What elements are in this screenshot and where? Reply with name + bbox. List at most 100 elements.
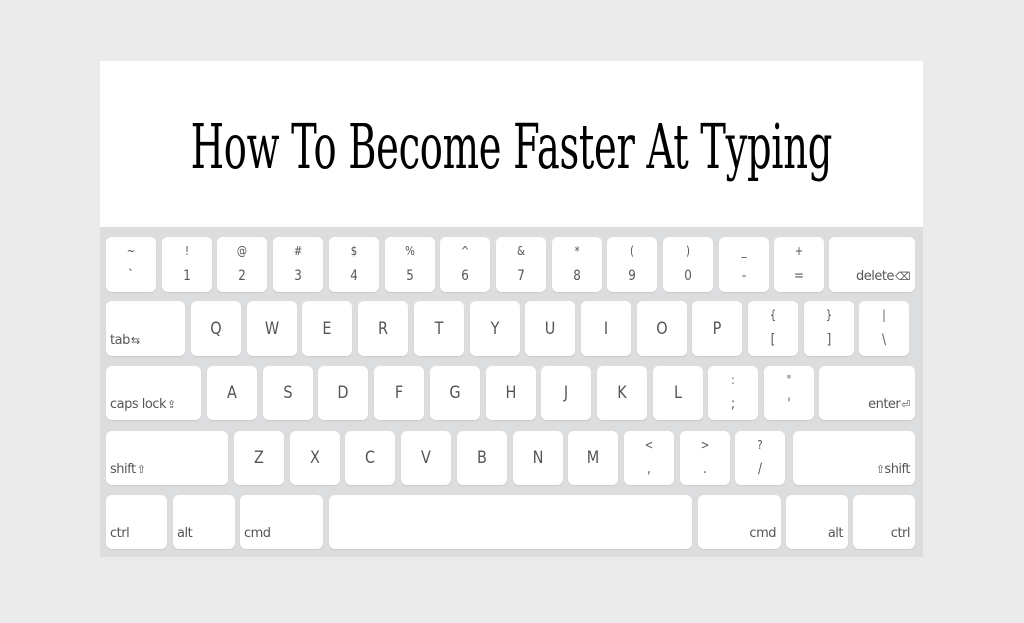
key-w[interactable]: W (247, 301, 297, 356)
key-base-char: \ (881, 332, 887, 348)
key-e[interactable]: E (302, 301, 352, 356)
key-0[interactable]: ) 0 (663, 237, 713, 292)
key-base-char: - (741, 268, 747, 284)
key-label-group: caps lock⇪ (110, 397, 176, 412)
key-1[interactable]: ! 1 (162, 237, 212, 292)
key-a[interactable]: A (207, 366, 257, 420)
key-5[interactable]: % 5 (385, 237, 435, 292)
key-shift-char: | (882, 308, 886, 322)
key-backslash[interactable]: | \ (859, 301, 909, 356)
key-cmd-right[interactable]: cmd (698, 495, 781, 549)
key-base-char: 7 (517, 268, 525, 284)
key-open-bracket[interactable]: {[ (748, 301, 798, 356)
key-l[interactable]: L (653, 366, 703, 420)
key-4[interactable]: $4 (329, 237, 379, 292)
key-char: C (364, 448, 376, 468)
key-semicolon[interactable]: :; (708, 366, 758, 420)
key-shift-char: $ (350, 244, 358, 258)
key-base-char: = (794, 268, 804, 284)
key-label-group: shift⇧ (110, 462, 146, 477)
page-title: How To Become Faster At Typing (190, 109, 833, 183)
key-y[interactable]: Y (470, 301, 520, 356)
keyboard: ~ `! 1 @2 #3 $4% 5 ^ 6 & 7 * 8(9) 0 _ - + = delete⌫ tab⇆ Q W E… (100, 227, 923, 557)
key-close-bracket[interactable]: }] (804, 301, 854, 356)
key-shift-char: + (794, 244, 804, 258)
key-x[interactable]: X (290, 431, 340, 485)
key-shift-char: ~ (126, 244, 136, 258)
key-g[interactable]: G (430, 366, 480, 420)
key-delete[interactable]: delete⌫ (829, 237, 915, 292)
key-space[interactable] (329, 495, 692, 549)
key-comma[interactable]: <, (624, 431, 674, 485)
key-char: O (656, 318, 668, 339)
key--[interactable]: _ - (719, 237, 769, 292)
key-tab[interactable]: tab⇆ (106, 301, 185, 356)
key-3[interactable]: #3 (273, 237, 323, 292)
key-shift-char: : (731, 373, 735, 387)
key-slash[interactable]: ? / (735, 431, 785, 485)
key-shift-right[interactable]: ⇧shift (793, 431, 915, 485)
key-char: Y (490, 318, 500, 339)
key-shift-char: } (825, 308, 833, 322)
key-base-char: [ (770, 332, 776, 348)
key-char: H (505, 383, 517, 403)
key-alt-left[interactable]: alt (173, 495, 235, 549)
key-n[interactable]: N (513, 431, 563, 485)
key-7[interactable]: & 7 (496, 237, 546, 292)
key-char: X (310, 448, 320, 468)
key-char: F (394, 383, 404, 403)
key-d[interactable]: D (318, 366, 368, 420)
key-shift-char: @ (236, 244, 248, 258)
key-enter[interactable]: enter⏎ (819, 366, 915, 420)
key-u[interactable]: U (525, 301, 575, 356)
key-s[interactable]: S (263, 366, 313, 420)
key-f[interactable]: F (374, 366, 424, 420)
key-ctrl-left[interactable]: ctrl (106, 495, 167, 549)
key-=[interactable]: + = (774, 237, 824, 292)
key-shift-char: > (700, 438, 710, 452)
key-alt-right[interactable]: alt (786, 495, 848, 549)
key-ctrl-right[interactable]: ctrl (853, 495, 915, 549)
key-char: G (449, 383, 461, 403)
key-8[interactable]: * 8 (552, 237, 602, 292)
key-shift-left[interactable]: shift⇧ (106, 431, 228, 485)
key-t[interactable]: T (414, 301, 464, 356)
key-label: delete (855, 269, 894, 284)
key-z[interactable]: Z (234, 431, 284, 485)
key-k[interactable]: K (597, 366, 647, 420)
key-shift-char: { (769, 308, 777, 322)
key-label-group: enter⏎ (868, 397, 910, 412)
key-base-char: 0 (684, 268, 692, 284)
key-2[interactable]: @2 (217, 237, 267, 292)
key-base-char: / (757, 461, 763, 477)
key-base-char: ` (128, 268, 134, 284)
article-card: How To Become Faster At Typing ~ `! 1 @2 #3 $… (100, 61, 923, 557)
key-6[interactable]: ^ 6 (440, 237, 490, 292)
key-j[interactable]: J (541, 366, 591, 420)
key-char: I (603, 318, 609, 339)
key-m[interactable]: M (568, 431, 618, 485)
title-banner: How To Become Faster At Typing (100, 61, 923, 227)
key-o[interactable]: O (637, 301, 687, 356)
key-shift-char: < (644, 438, 654, 452)
key-caps-lock[interactable]: caps lock⇪ (106, 366, 201, 420)
key-char: Z (254, 448, 264, 468)
key-v[interactable]: V (401, 431, 451, 485)
key-base-char: 2 (238, 268, 246, 284)
key-h[interactable]: H (486, 366, 536, 420)
key-q[interactable]: Q (191, 301, 241, 356)
key-i[interactable]: I (581, 301, 631, 356)
key-period[interactable]: >. (680, 431, 730, 485)
key-char: M (586, 448, 600, 468)
key-b[interactable]: B (457, 431, 507, 485)
key-char: D (337, 383, 349, 403)
key-quote[interactable]: " ' (764, 366, 814, 420)
key-backtick[interactable]: ~ ` (106, 237, 156, 292)
key-9[interactable]: (9 (607, 237, 657, 292)
key-char: J (563, 383, 569, 403)
key-r[interactable]: R (358, 301, 408, 356)
key-p[interactable]: P (692, 301, 742, 356)
caps-lock-icon: ⇪ (167, 398, 176, 411)
key-cmd-left[interactable]: cmd (240, 495, 323, 549)
key-c[interactable]: C (345, 431, 395, 485)
